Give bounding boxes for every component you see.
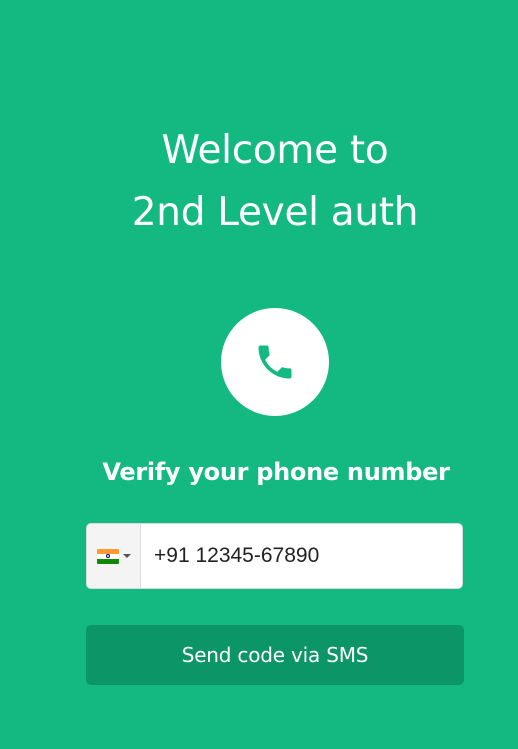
caret-down-icon [122,554,131,558]
send-code-button[interactable]: Send code via SMS [86,625,464,685]
verify-heading: Verify your phone number [102,458,450,486]
phone-input[interactable] [141,524,462,588]
title-line-1: Welcome to [161,128,389,173]
phone-icon [258,345,292,379]
phone-icon-badge [221,308,329,416]
title-line-2: 2nd Level auth [131,190,419,235]
page-title: Welcome to 2nd Level auth [0,120,518,244]
country-selector[interactable] [87,524,141,588]
india-flag-icon [96,548,119,564]
phone-number-field[interactable] [86,523,463,589]
